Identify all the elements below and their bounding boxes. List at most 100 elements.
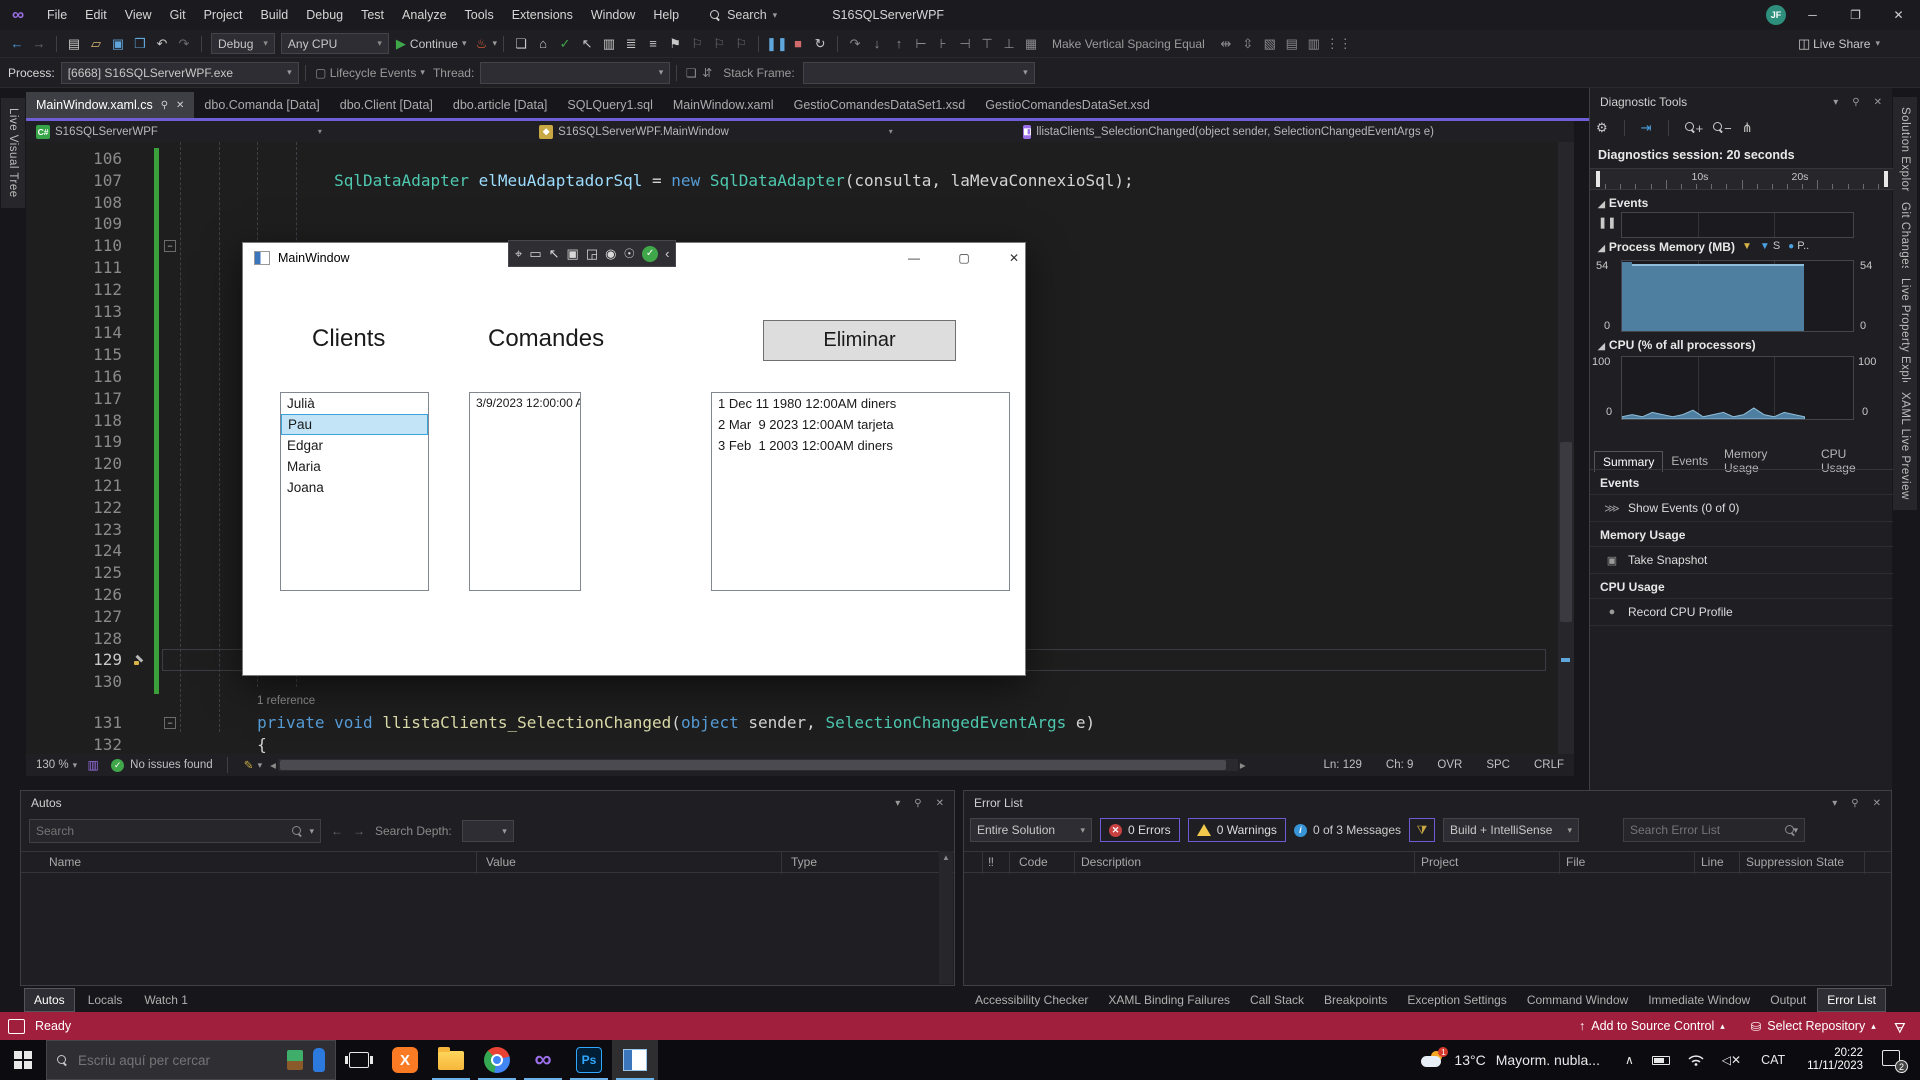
editor-horizontal-scrollbar[interactable]: [277, 759, 1238, 771]
xaml-debug-overlay-toolbar[interactable]: ⌖ ▭ ↖ ▣ ◲ ◉ ☉ ✓ ‹: [508, 240, 677, 267]
comandes-listbox[interactable]: 3/9/2023 12:00:00 AM: [469, 392, 581, 591]
pin-icon[interactable]: ⚲: [161, 100, 168, 111]
memory-section-header[interactable]: ◢ Process Memory (MB): [1598, 240, 1735, 254]
warnings-toggle[interactable]: 0 Warnings: [1187, 818, 1286, 842]
undo-icon[interactable]: ↶: [152, 34, 172, 54]
menu-extensions[interactable]: Extensions: [503, 0, 582, 30]
pin-icon[interactable]: ⚲: [914, 798, 921, 809]
align-left-icon[interactable]: ⊢: [911, 34, 931, 54]
spell-check-icon[interactable]: ✓: [555, 34, 575, 54]
close-button[interactable]: ✕: [1877, 0, 1920, 30]
error-scope-dropdown[interactable]: Entire Solution ▾: [970, 818, 1092, 842]
taskbar-search-box[interactable]: [46, 1040, 336, 1080]
menu-file[interactable]: File: [38, 0, 76, 30]
zoom-level[interactable]: 130 %: [36, 759, 69, 771]
tab-mainwindow-xaml[interactable]: MainWindow.xaml: [663, 92, 784, 118]
breadcrumb-segment-0[interactable]: C# S16SQLServerWPF ▾: [36, 124, 529, 139]
events-section-header[interactable]: ◢ Events: [1598, 196, 1648, 210]
detall-item[interactable]: 3 Feb 1 2003 12:00AM diners: [712, 435, 1009, 456]
pin-icon[interactable]: ⚲: [1851, 798, 1858, 809]
vscroll-thumb[interactable]: [1560, 442, 1572, 622]
tab-accessibility-checker[interactable]: Accessibility Checker: [966, 989, 1097, 1011]
select-repository[interactable]: ⛁ Select Repository ▴: [1751, 1019, 1876, 1034]
issues-status[interactable]: No issues found: [130, 759, 212, 771]
tab-xaml-binding-failures[interactable]: XAML Binding Failures: [1099, 989, 1239, 1011]
find-in-files-icon[interactable]: ❏: [511, 34, 531, 54]
nav-back-icon[interactable]: ←: [7, 34, 27, 54]
lifecycle-label[interactable]: Lifecycle Events: [330, 66, 417, 80]
ruler-selection-handle[interactable]: [1883, 171, 1888, 187]
analysis-ok-icon[interactable]: ✓: [642, 245, 659, 262]
error-search-input[interactable]: [1630, 823, 1785, 837]
fold-collapse-icon[interactable]: −: [164, 717, 176, 729]
save-all-icon[interactable]: ❒: [130, 34, 150, 54]
weather-temp[interactable]: 13°C: [1454, 1052, 1485, 1068]
taskbar-photoshop-icon[interactable]: Ps: [566, 1040, 612, 1080]
client-item[interactable]: Julià: [281, 393, 428, 414]
client-item[interactable]: Pau: [281, 414, 428, 435]
code-line-107[interactable]: SqlDataAdapter elMeuAdaptadorSql = new S…: [180, 170, 1134, 192]
column-header-severity[interactable]: ‼: [988, 855, 994, 869]
column-header-project[interactable]: Project: [1421, 855, 1458, 869]
tab-gestiocomandesdataset1-xsd[interactable]: GestioComandesDataSet1.xsd: [784, 92, 976, 118]
clear-bookmark-icon[interactable]: ⚐: [731, 34, 751, 54]
hscroll-left-icon[interactable]: ◂: [270, 758, 276, 772]
zoom-grid-icon[interactable]: ⋮⋮: [1326, 34, 1352, 54]
error-search-box[interactable]: ▾: [1623, 818, 1805, 842]
search-depth-dropdown[interactable]: ▾: [461, 820, 514, 842]
element-picker-icon[interactable]: ⌖: [515, 246, 522, 262]
tab-live-visual-tree[interactable]: Live Visual Tree: [1, 98, 25, 208]
continue-button[interactable]: ▶ Continue ▾: [396, 36, 467, 52]
battery-icon[interactable]: [1651, 1055, 1670, 1065]
menu-build[interactable]: Build: [251, 0, 297, 30]
spacing-equal-label[interactable]: Make Vertical Spacing Equal: [1052, 37, 1205, 51]
process-dropdown[interactable]: [6668] S16SQLServerWPF.exe ▾: [60, 61, 299, 84]
menu-edit[interactable]: Edit: [76, 0, 116, 30]
accessibility-icon[interactable]: ☉: [623, 246, 635, 262]
window-position-icon[interactable]: ▾: [1833, 97, 1838, 108]
spacing-h-icon[interactable]: ⇹: [1216, 34, 1236, 54]
notification-center-icon[interactable]: 2: [1882, 1050, 1908, 1073]
column-header-description[interactable]: Description: [1081, 855, 1141, 869]
platform-dropdown[interactable]: Any CPU ▾: [280, 33, 389, 54]
diag-settings-icon[interactable]: ⚙: [1596, 120, 1608, 136]
tab-output[interactable]: Output: [1761, 989, 1815, 1011]
client-item[interactable]: Maria: [281, 456, 428, 477]
code-line-131[interactable]: private void llistaClients_SelectionChan…: [180, 712, 1095, 734]
taskbar-wpf-app-icon[interactable]: [612, 1040, 658, 1080]
column-header-value[interactable]: Value: [486, 855, 516, 869]
menu-help[interactable]: Help: [644, 0, 688, 30]
thread-dropdown[interactable]: ▾: [480, 61, 671, 84]
editor-vertical-scrollbar[interactable]: [1558, 142, 1574, 754]
tab-exception-settings[interactable]: Exception Settings: [1398, 989, 1515, 1011]
autos-scrollbar[interactable]: ▲: [939, 851, 953, 984]
quick-actions-icon[interactable]: [132, 652, 147, 670]
save-icon[interactable]: ▣: [108, 34, 128, 54]
tab-error-list[interactable]: Error List: [1817, 988, 1886, 1012]
client-item[interactable]: Edgar: [281, 435, 428, 456]
menu-test[interactable]: Test: [352, 0, 393, 30]
tab-dbo-client-data-[interactable]: dbo.Client [Data]: [330, 92, 443, 118]
ruler-selection-handle[interactable]: [1596, 171, 1601, 187]
collapse-overlay-icon[interactable]: ‹: [665, 246, 669, 261]
autos-search-input[interactable]: [36, 824, 293, 838]
multi-select-icon[interactable]: ◲: [586, 246, 598, 262]
summary-action[interactable]: ▣ Take Snapshot: [1590, 546, 1893, 574]
breadcrumb-segment-1[interactable]: ◆ S16SQLServerWPF.MainWindow ▾: [539, 124, 1013, 139]
diag-reset-view-icon[interactable]: ⋔: [1742, 120, 1753, 136]
menu-analyze[interactable]: Analyze: [393, 0, 455, 30]
tab-locals[interactable]: Locals: [79, 989, 132, 1011]
taskbar-explorer-icon[interactable]: [428, 1040, 474, 1080]
tab-immediate-window[interactable]: Immediate Window: [1639, 989, 1759, 1011]
menu-window[interactable]: Window: [582, 0, 644, 30]
outdent-icon[interactable]: ≡: [643, 34, 663, 54]
tab-breakpoints[interactable]: Breakpoints: [1315, 989, 1396, 1011]
grid-icon[interactable]: ▦: [1021, 34, 1041, 54]
column-header-file[interactable]: File: [1566, 855, 1585, 869]
tab-watch-1[interactable]: Watch 1: [135, 989, 197, 1011]
prev-bookmark-icon[interactable]: ⚐: [687, 34, 707, 54]
comanda-item[interactable]: 3/9/2023 12:00:00 AM: [470, 393, 580, 414]
messages-toggle[interactable]: i 0 of 3 Messages: [1293, 823, 1401, 837]
restart-icon[interactable]: ↻: [810, 34, 830, 54]
align-center-icon[interactable]: ⊦: [933, 34, 953, 54]
